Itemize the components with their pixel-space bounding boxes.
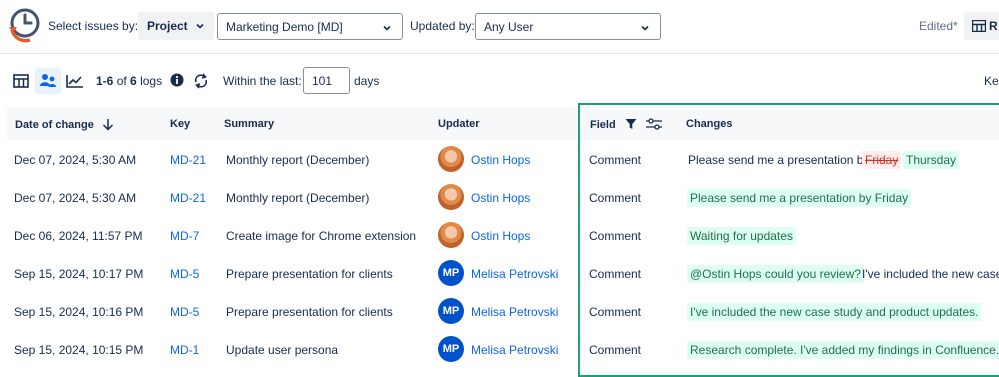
- refresh-icon[interactable]: [193, 73, 209, 89]
- column-updater[interactable]: Updater: [438, 118, 480, 130]
- row-updater-link[interactable]: Ostin Hops: [471, 229, 530, 243]
- row-summary: Create image for Chrome extension: [226, 229, 417, 243]
- days-label: days: [354, 74, 380, 88]
- row-summary: Monthly report (December): [226, 153, 370, 167]
- row-updater-link[interactable]: Melisa Petrovski: [471, 343, 558, 357]
- avatar: [438, 184, 464, 210]
- row-summary: Monthly report (December): [226, 191, 370, 205]
- info-icon[interactable]: [170, 73, 184, 87]
- report-button-label: R: [989, 19, 998, 33]
- within-label: Within the last:: [223, 74, 302, 88]
- row-updater-link[interactable]: Melisa Petrovski: [471, 305, 558, 319]
- line-chart-icon: [66, 75, 83, 88]
- row-key-link[interactable]: MD-5: [170, 305, 199, 319]
- log-count: 1-6 of 6 logs: [96, 74, 162, 88]
- keep-label: Kee: [984, 74, 999, 88]
- chevron-down-icon: [196, 23, 204, 29]
- top-bar: Select issues by: Project Marketing Demo…: [0, 0, 999, 54]
- chevron-down-icon: [641, 25, 649, 31]
- row-key-link[interactable]: MD-21: [170, 153, 206, 167]
- avatar: MP: [438, 336, 464, 362]
- column-date-of-change[interactable]: Date of change: [15, 118, 114, 131]
- project-select-value: Marketing Demo [MD]: [226, 19, 343, 34]
- row-date: Sep 15, 2024, 10:17 PM: [14, 267, 144, 281]
- changes-highlight-frame: [578, 103, 999, 377]
- report-button[interactable]: R: [964, 12, 999, 40]
- row-date: Dec 07, 2024, 5:30 AM: [14, 191, 137, 205]
- table-view-button[interactable]: [8, 68, 34, 94]
- row-updater-link[interactable]: Ostin Hops: [471, 153, 530, 167]
- log-total: 6: [130, 74, 137, 88]
- row-date: Dec 07, 2024, 5:30 AM: [14, 153, 137, 167]
- avatar: [438, 222, 464, 248]
- project-select[interactable]: Marketing Demo [MD]: [217, 13, 403, 40]
- avatar: MP: [438, 260, 464, 286]
- row-key-link[interactable]: MD-21: [170, 191, 206, 205]
- row-date: Sep 15, 2024, 10:15 PM: [14, 343, 144, 357]
- arrow-down-icon: [102, 119, 113, 131]
- table-icon: [972, 20, 986, 32]
- avatar: MP: [438, 298, 464, 324]
- column-date-label: Date of change: [15, 119, 94, 131]
- edited-status: Edited*: [919, 19, 958, 33]
- avatar: [438, 146, 464, 172]
- updated-by-label: Updated by:: [410, 19, 475, 33]
- row-summary: Prepare presentation for clients: [226, 267, 393, 281]
- project-selector-button[interactable]: Project: [138, 12, 214, 40]
- row-date: Sep 15, 2024, 10:16 PM: [14, 305, 144, 319]
- log-range: 1-6: [96, 74, 114, 88]
- select-by-label: Select issues by:: [48, 19, 139, 33]
- user-select[interactable]: Any User: [475, 13, 661, 40]
- row-key-link[interactable]: MD-5: [170, 267, 199, 281]
- log-unit: logs: [140, 74, 163, 88]
- days-input[interactable]: [303, 67, 350, 94]
- user-select-value: Any User: [484, 19, 534, 34]
- group-view-button[interactable]: [35, 68, 61, 94]
- row-summary: Update user persona: [226, 343, 339, 357]
- row-key-link[interactable]: MD-7: [170, 229, 199, 243]
- row-updater-link[interactable]: Melisa Petrovski: [471, 267, 558, 281]
- column-key[interactable]: Key: [170, 118, 190, 130]
- project-button-label: Project: [147, 19, 188, 33]
- column-summary[interactable]: Summary: [224, 118, 274, 130]
- row-key-link[interactable]: MD-1: [170, 343, 199, 357]
- row-summary: Prepare presentation for clients: [226, 305, 393, 319]
- table-icon: [13, 74, 29, 88]
- chart-view-button[interactable]: [62, 68, 88, 94]
- users-icon: [40, 74, 56, 87]
- history-clock-icon: [9, 8, 40, 43]
- row-updater-link[interactable]: Ostin Hops: [471, 191, 530, 205]
- chevron-down-icon: [383, 25, 391, 31]
- log-of: of: [116, 74, 127, 88]
- row-date: Dec 06, 2024, 11:57 PM: [14, 229, 143, 243]
